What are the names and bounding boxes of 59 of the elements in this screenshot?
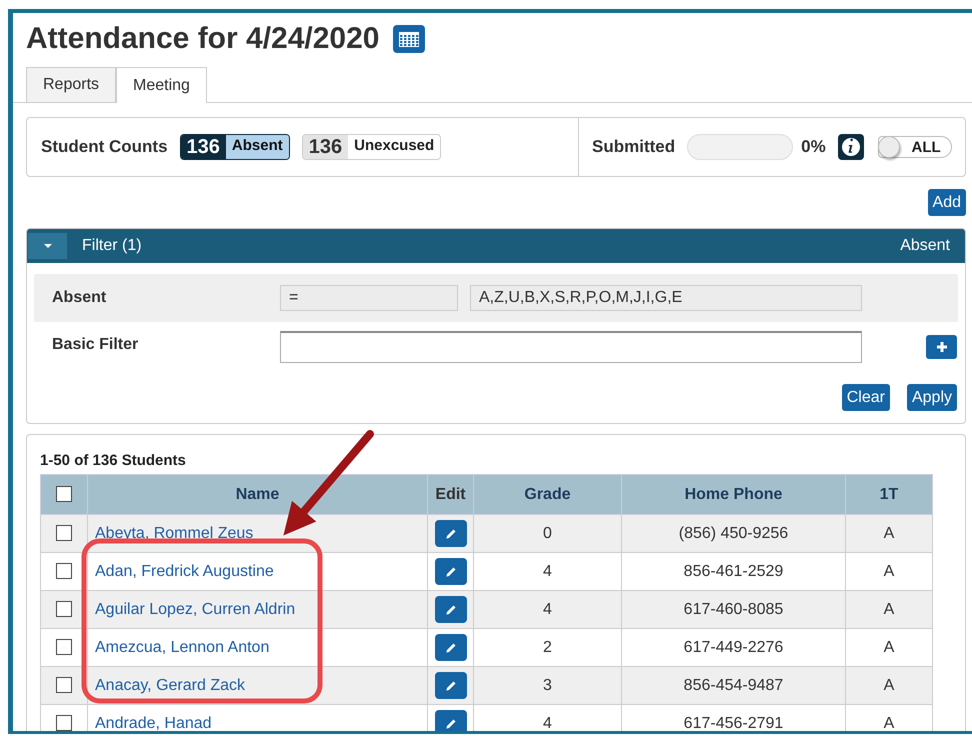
edit-button[interactable] (434, 596, 466, 623)
table-cell: 0 (474, 514, 622, 552)
tab[interactable]: Reports (26, 67, 116, 102)
table-cell: A (846, 666, 932, 704)
count-badge[interactable]: 136 Absent (180, 134, 290, 160)
table-cell: A (846, 514, 932, 552)
table-cell: 3 (474, 666, 622, 704)
caret-icon (42, 243, 52, 249)
student-count: 1-50 of 136 Students (40, 452, 186, 469)
column-header[interactable]: Grade (474, 474, 622, 514)
apply-button[interactable]: Apply (906, 384, 957, 411)
pencil-icon (444, 642, 456, 654)
plus-icon (936, 342, 946, 352)
pencil-icon (444, 566, 456, 578)
row-checkbox[interactable] (56, 525, 72, 542)
edit-button[interactable] (434, 710, 466, 731)
basic-filter-field[interactable] (280, 331, 862, 363)
row-checkbox[interactable] (56, 715, 72, 731)
table-cell: A (846, 590, 932, 628)
table-cell: 4 (474, 590, 622, 628)
add-filter-button[interactable] (926, 335, 957, 359)
progress-reading: 0% (801, 137, 826, 157)
student-name-link[interactable]: Anacay, Gerard Zack (95, 676, 245, 694)
table-cell: 856-454-9487 (622, 666, 846, 704)
filter-title: Filter (1) (82, 237, 143, 255)
value-field[interactable]: A,Z,U,B,X,S,R,P,O,M,J,I,G,E (470, 285, 862, 311)
toggle-switch[interactable]: ALL (878, 136, 952, 158)
edit-button[interactable] (434, 634, 466, 661)
column-header[interactable]: Edit (428, 474, 474, 514)
count-badge[interactable]: 136 Unexcused (302, 134, 442, 160)
edit-button[interactable] (434, 672, 466, 699)
row-checkbox[interactable] (56, 639, 72, 656)
student-counts-label: Student Counts (41, 137, 168, 157)
column-header[interactable]: 1T (846, 474, 932, 514)
table-cell: (856) 450-9256 (622, 514, 846, 552)
clear-button[interactable]: Clear (842, 384, 890, 411)
edit-button[interactable] (434, 558, 466, 585)
table-cell: 617-460-8085 (622, 590, 846, 628)
select-all-checkbox[interactable] (56, 486, 72, 502)
pencil-icon (444, 528, 456, 540)
operator-field[interactable]: = (280, 285, 458, 311)
info-icon[interactable] (838, 134, 864, 160)
row-checkbox[interactable] (56, 601, 72, 618)
filter-summary: Absent (900, 237, 950, 255)
column-header[interactable]: Name (88, 474, 428, 514)
page-title: Attendance for 4/24/2020 (26, 21, 380, 57)
submitted-label: Submitted (592, 137, 676, 157)
row-checkbox[interactable] (56, 677, 72, 694)
pencil-icon (444, 604, 456, 616)
edit-button[interactable] (434, 520, 466, 547)
pencil-icon (444, 680, 456, 692)
add-button[interactable]: Add (928, 189, 966, 216)
calendar-icon[interactable] (393, 25, 426, 53)
row-checkbox[interactable] (56, 563, 72, 580)
column-header[interactable]: Home Phone (622, 474, 846, 514)
tab[interactable]: Meeting (116, 67, 207, 103)
filter-label: Absent (52, 289, 108, 307)
filter-label: Basic Filter (52, 335, 140, 354)
pencil-icon (444, 718, 456, 730)
